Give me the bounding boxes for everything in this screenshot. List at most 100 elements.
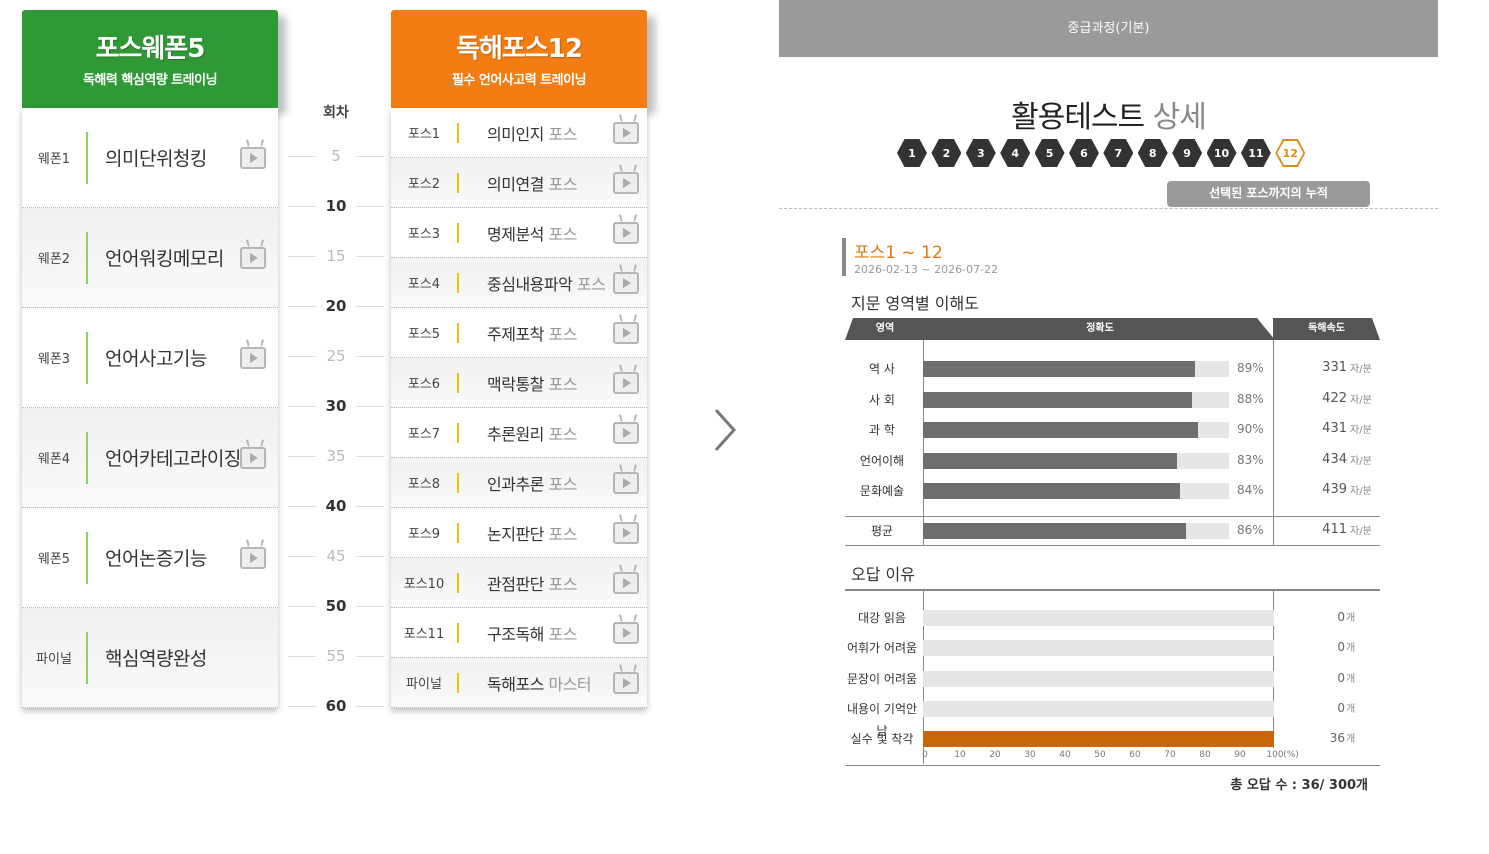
step-8-button[interactable]: 8 [1137,139,1168,167]
pos-list: 포스1 의미인지 포스 포스2 의미연결 포스 포스3 명제분석 포스 포스4 중심내용파악 … [391,108,647,708]
pos-item-label: 포스7 [407,427,441,442]
pos-item[interactable]: 포스2 의미연결 포스 [391,158,647,208]
weapon-item-divider [86,331,88,384]
video-icon[interactable] [613,671,639,694]
step-11-button[interactable]: 11 [1240,139,1271,167]
pos-item[interactable]: 포스8 인과추론 포스 [391,458,647,508]
pos-item-name: 중심내용파악 포스 [487,271,606,295]
weapon-item[interactable]: 웨폰3 언어사고기능 [22,308,278,408]
pos-item-suffix: 포스 [548,574,577,594]
video-icon[interactable] [613,421,639,444]
tick-label: 10 [325,197,347,215]
video-icon[interactable] [613,121,639,144]
video-icon[interactable] [240,446,266,469]
scale-tick: 20 [288,296,384,316]
video-icon[interactable] [613,621,639,644]
wrong-top-line [845,589,1380,591]
speed-unit: 자/분 [1350,425,1372,436]
pos-item-suffix: 포스 [548,124,577,144]
tick-line [356,605,384,607]
weapon-item[interactable]: 웨폰4 언어카테고라이징 [22,408,278,508]
step-label: 5 [1045,146,1054,160]
pos-item[interactable]: 포스4 중심내용파악 포스 [391,258,647,308]
video-icon[interactable] [240,346,266,369]
video-icon[interactable] [613,371,639,394]
video-icon[interactable] [613,471,639,494]
weapon-item[interactable]: 웨폰1 의미단위청킹 [22,108,278,208]
step-label: 11 [1248,146,1264,160]
weapon-item[interactable]: 웨폰2 언어워킹메모리 [22,208,278,308]
video-icon[interactable] [613,271,639,294]
pos-item-divider [457,172,459,193]
tick-line [356,505,384,507]
pos-item[interactable]: 포스1 의미인지 포스 [391,108,647,158]
step-10-button[interactable]: 10 [1206,139,1237,167]
video-icon[interactable] [240,546,266,569]
pos-item-label: 파이널 [406,677,442,692]
tick-line [356,305,384,307]
video-icon[interactable] [613,171,639,194]
video-icon[interactable] [613,571,639,594]
weapon-item[interactable]: 파이널 핵심역량완성 [22,608,278,708]
pos-item-label: 포스1 [407,127,441,142]
pos-item[interactable]: 포스6 맥락통찰 포스 [391,358,647,408]
axis-tick-label: 40 [1059,750,1071,760]
accuracy-row: 평균 86% 411 자/분 [845,520,1380,542]
weapon-item[interactable]: 웨폰5 언어논증기능 [22,508,278,608]
tick-line [288,305,316,307]
pos-item[interactable]: 포스9 논지판단 포스 [391,508,647,558]
pos-item-label: 포스9 [407,527,441,542]
pos-item-name: 구조독해 포스 [487,621,577,645]
reading-speed: 439 [1322,482,1347,497]
weapon-title: 포스웨폰5 [95,34,206,64]
step-tooltip: 선택된 포스까지의 누적 [1167,181,1370,207]
step-1-button[interactable]: 1 [897,139,927,167]
step-5-button[interactable]: 5 [1034,139,1065,167]
tick-label: 25 [326,347,346,365]
pos-item[interactable]: 포스7 추론원리 포스 [391,408,647,458]
video-icon[interactable] [613,221,639,244]
weapon-item-label: 파이널 [36,652,72,667]
pos-item-name: 주제포착 포스 [487,321,577,345]
pos-item[interactable]: 파이널 독해포스 마스터 [391,658,647,708]
accuracy-bar [923,523,1187,539]
scale-tick: 45 [288,546,384,566]
wrong-bar [923,731,1274,748]
video-icon[interactable] [240,246,266,269]
pos-item[interactable]: 포스3 명제분석 포스 [391,208,647,258]
weapon-header: 포스웨폰5 독해력 핵심역량 트레이닝 [22,10,278,108]
step-9-button[interactable]: 9 [1172,139,1203,167]
weapon-item-label: 웨폰4 [37,452,71,467]
step-6-button[interactable]: 6 [1068,139,1099,167]
step-label: 8 [1148,146,1157,160]
step-12-button[interactable]: 12 [1275,139,1306,167]
step-label: 2 [942,146,951,160]
pos-item-divider [457,572,459,593]
wrong-count: 0 [1337,610,1345,624]
pos-item[interactable]: 포스11 구조독해 포스 [391,608,647,658]
accuracy-row: 역 사 89% 331 자/분 [845,358,1380,380]
row-area: 역 사 [869,362,895,376]
tick-line [288,205,316,207]
pos-item[interactable]: 포스10 관점판단 포스 [391,558,647,608]
weapon-item-name: 핵심역량완성 [105,648,207,670]
step-4-button[interactable]: 4 [1000,139,1031,167]
step-2-button[interactable]: 2 [931,139,962,167]
video-icon[interactable] [240,146,266,169]
pos-item-title: 논지판단 [487,524,544,544]
pos-item-divider [457,522,459,543]
tick-line [288,705,316,707]
pos-item[interactable]: 포스5 주제포착 포스 [391,308,647,358]
video-icon[interactable] [613,521,639,544]
step-7-button[interactable]: 7 [1103,139,1134,167]
pos-item-name: 맥락통찰 포스 [487,371,577,395]
col-accuracy: 정확도 [925,318,1275,340]
speed-unit: 자/분 [1350,394,1372,406]
row-area: 언어이해 [859,453,905,468]
weapon-item-label: 웨폰1 [37,152,71,167]
pos-item-label: 포스2 [407,177,441,192]
step-3-button[interactable]: 3 [965,139,996,167]
video-icon[interactable] [613,321,639,344]
pos-item-divider [457,372,459,393]
step-label: 12 [1277,141,1304,165]
